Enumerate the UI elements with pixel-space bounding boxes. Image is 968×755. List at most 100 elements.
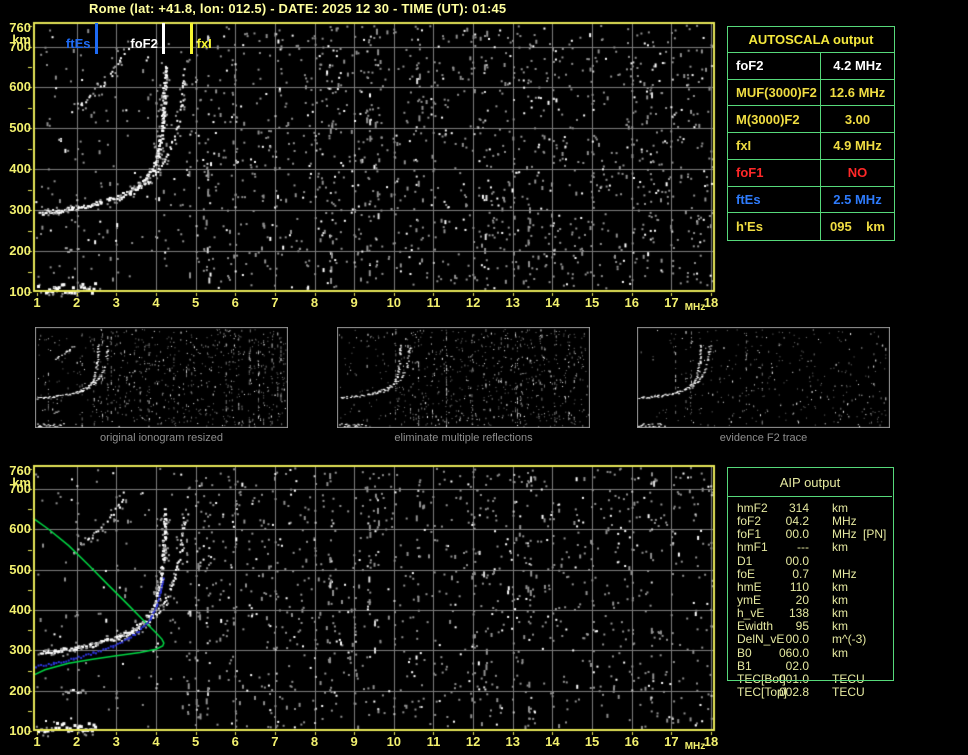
table-row: h'Es 095 km [728,213,894,240]
y-tick-label: 700 [9,481,31,497]
y-tick-label: 600 [9,79,31,95]
x-tick-label: 16 [624,734,639,749]
param-label: foF1 [728,159,821,186]
param-unit: km [832,501,848,515]
x-tick-label: 12 [465,734,481,749]
param-value: 4.2 MHz [833,58,882,74]
station-title: Rome (lat: +41.8, lon: 012.5) - DATE: 20… [89,1,507,16]
table-row: foF1 NO [728,159,894,187]
x-tick-label: 7 [271,734,279,749]
param-unit: MHz [832,566,857,581]
x-tick-label: 11 [426,295,441,310]
param-value: 12.6 MHz [829,85,886,101]
autoscala-screen: Rome (lat: +41.8, lon: 012.5) - DATE: 20… [0,0,968,755]
thumbnail-original-ionogram [35,327,288,428]
param-value: 4.9 MHz [833,138,882,154]
table-row: hmF1 --- km [737,541,889,554]
param-unit: MHz [832,514,857,529]
x-tick-label: 7 [271,295,279,310]
aip-table-header: AIP output [728,468,892,497]
x-tick-label: 6 [231,734,239,749]
table-row: foE 0.7 MHz [737,566,889,581]
y-tick-label: 200 [9,682,31,698]
param-value: 2.5 MHz [833,191,882,207]
x-tick-label: 15 [584,734,600,749]
y-tick-label: 100 [9,284,31,299]
param-label: ymE [737,592,761,607]
param-value: 095 km [830,219,885,235]
aip-output-table: hmF2 314 km foF2 04.2 MHz foF1 00.0 MHz [PN] hm… [737,502,889,699]
param-label: M(3000)F2 [728,106,821,133]
x-tick-label: 13 [505,295,520,310]
param-label: fxI [728,133,821,159]
y-tick-label: 300 [9,202,31,218]
param-label: foE [737,566,756,581]
param-label: h'Es [728,213,821,240]
table-row: D1 00.0 [737,553,889,568]
x-tick-label: 13 [505,734,520,749]
param-unit: km [832,619,848,634]
x-tick-label: 5 [191,295,200,310]
param-label: foF2 [737,514,762,529]
x-tick-label: 15 [584,295,600,310]
x-tick-label: 3 [112,295,120,310]
x-tick-label: 16 [624,295,639,310]
param-value: 138 [788,606,809,621]
x-tick-label: 2 [73,295,81,310]
y-tick-label: 500 [9,561,31,577]
table-row: fxI 4.9 MHz [728,133,894,160]
param-unit: TECU [832,684,865,699]
param-unit: m^(-3) [832,632,867,647]
param-value: 00.0 [785,632,809,647]
marker-fxI-label: fxI [196,36,212,51]
param-label: B1 [737,658,752,673]
param-label: ftEs [728,186,821,213]
x-tick-label: 14 [545,295,560,310]
table-row: ftEs 2.5 MHz [728,186,894,214]
y-tick-label: 400 [9,602,31,618]
table-row: hmE 110 km [737,579,889,594]
x-axis-unit-label: MHz [684,741,706,752]
param-value: 04.2 [785,514,809,529]
table-row: B0 060.0 km [737,645,889,660]
x-tick-label: 2 [73,734,81,749]
thumbnail-caption: original ionogram resized [100,432,223,444]
param-label: hmE [737,579,762,594]
y-tick-label: 500 [9,120,31,136]
param-value: 110 [789,579,809,594]
y-tick-label: 600 [9,521,31,537]
param-value: 95 [795,619,809,634]
x-tick-label: 8 [310,734,319,749]
param-value: 0.7 [792,566,809,581]
table-row: TEC[Bot] 001.0 TECU [737,671,889,686]
x-tick-label: 5 [191,734,200,749]
marker-foF2-label: foF2 [130,36,158,51]
param-value: 3.00 [844,111,871,127]
param-label: D1 [737,553,753,568]
thumbnail-caption: evidence F2 trace [719,432,808,444]
table-row: M(3000)F2 3.00 [728,106,894,134]
param-value: 20 [795,592,809,607]
marker-fxI-line [190,23,194,54]
param-unit: km [832,579,848,594]
marker-ftEs-label: ftEs [65,36,91,51]
x-tick-label: 9 [350,295,358,310]
x-tick-label: 9 [350,734,358,749]
param-value: 00.0 [785,553,809,568]
main-ionogram-plot [27,20,721,300]
param-value: 001.0 [778,671,809,686]
table-row: B1 02.0 [737,658,889,673]
x-tick-label: 6 [231,295,239,310]
param-label: MUF(3000)F2 [728,79,821,106]
x-tick-label: 11 [426,734,441,749]
x-tick-label: 17 [664,295,679,310]
x-tick-label: 10 [386,734,402,749]
table-row: foF2 4.2 MHz [728,53,894,80]
x-tick-label: 12 [465,295,481,310]
thumbnail-f2-trace-evidence [637,327,890,428]
param-value: 060.0 [778,645,809,660]
param-value: 002.8 [778,684,809,699]
y-tick-label: 100 [9,723,31,738]
profile-ionogram-plot [27,463,721,739]
thumbnail-caption: eliminate multiple reflections [394,432,533,444]
